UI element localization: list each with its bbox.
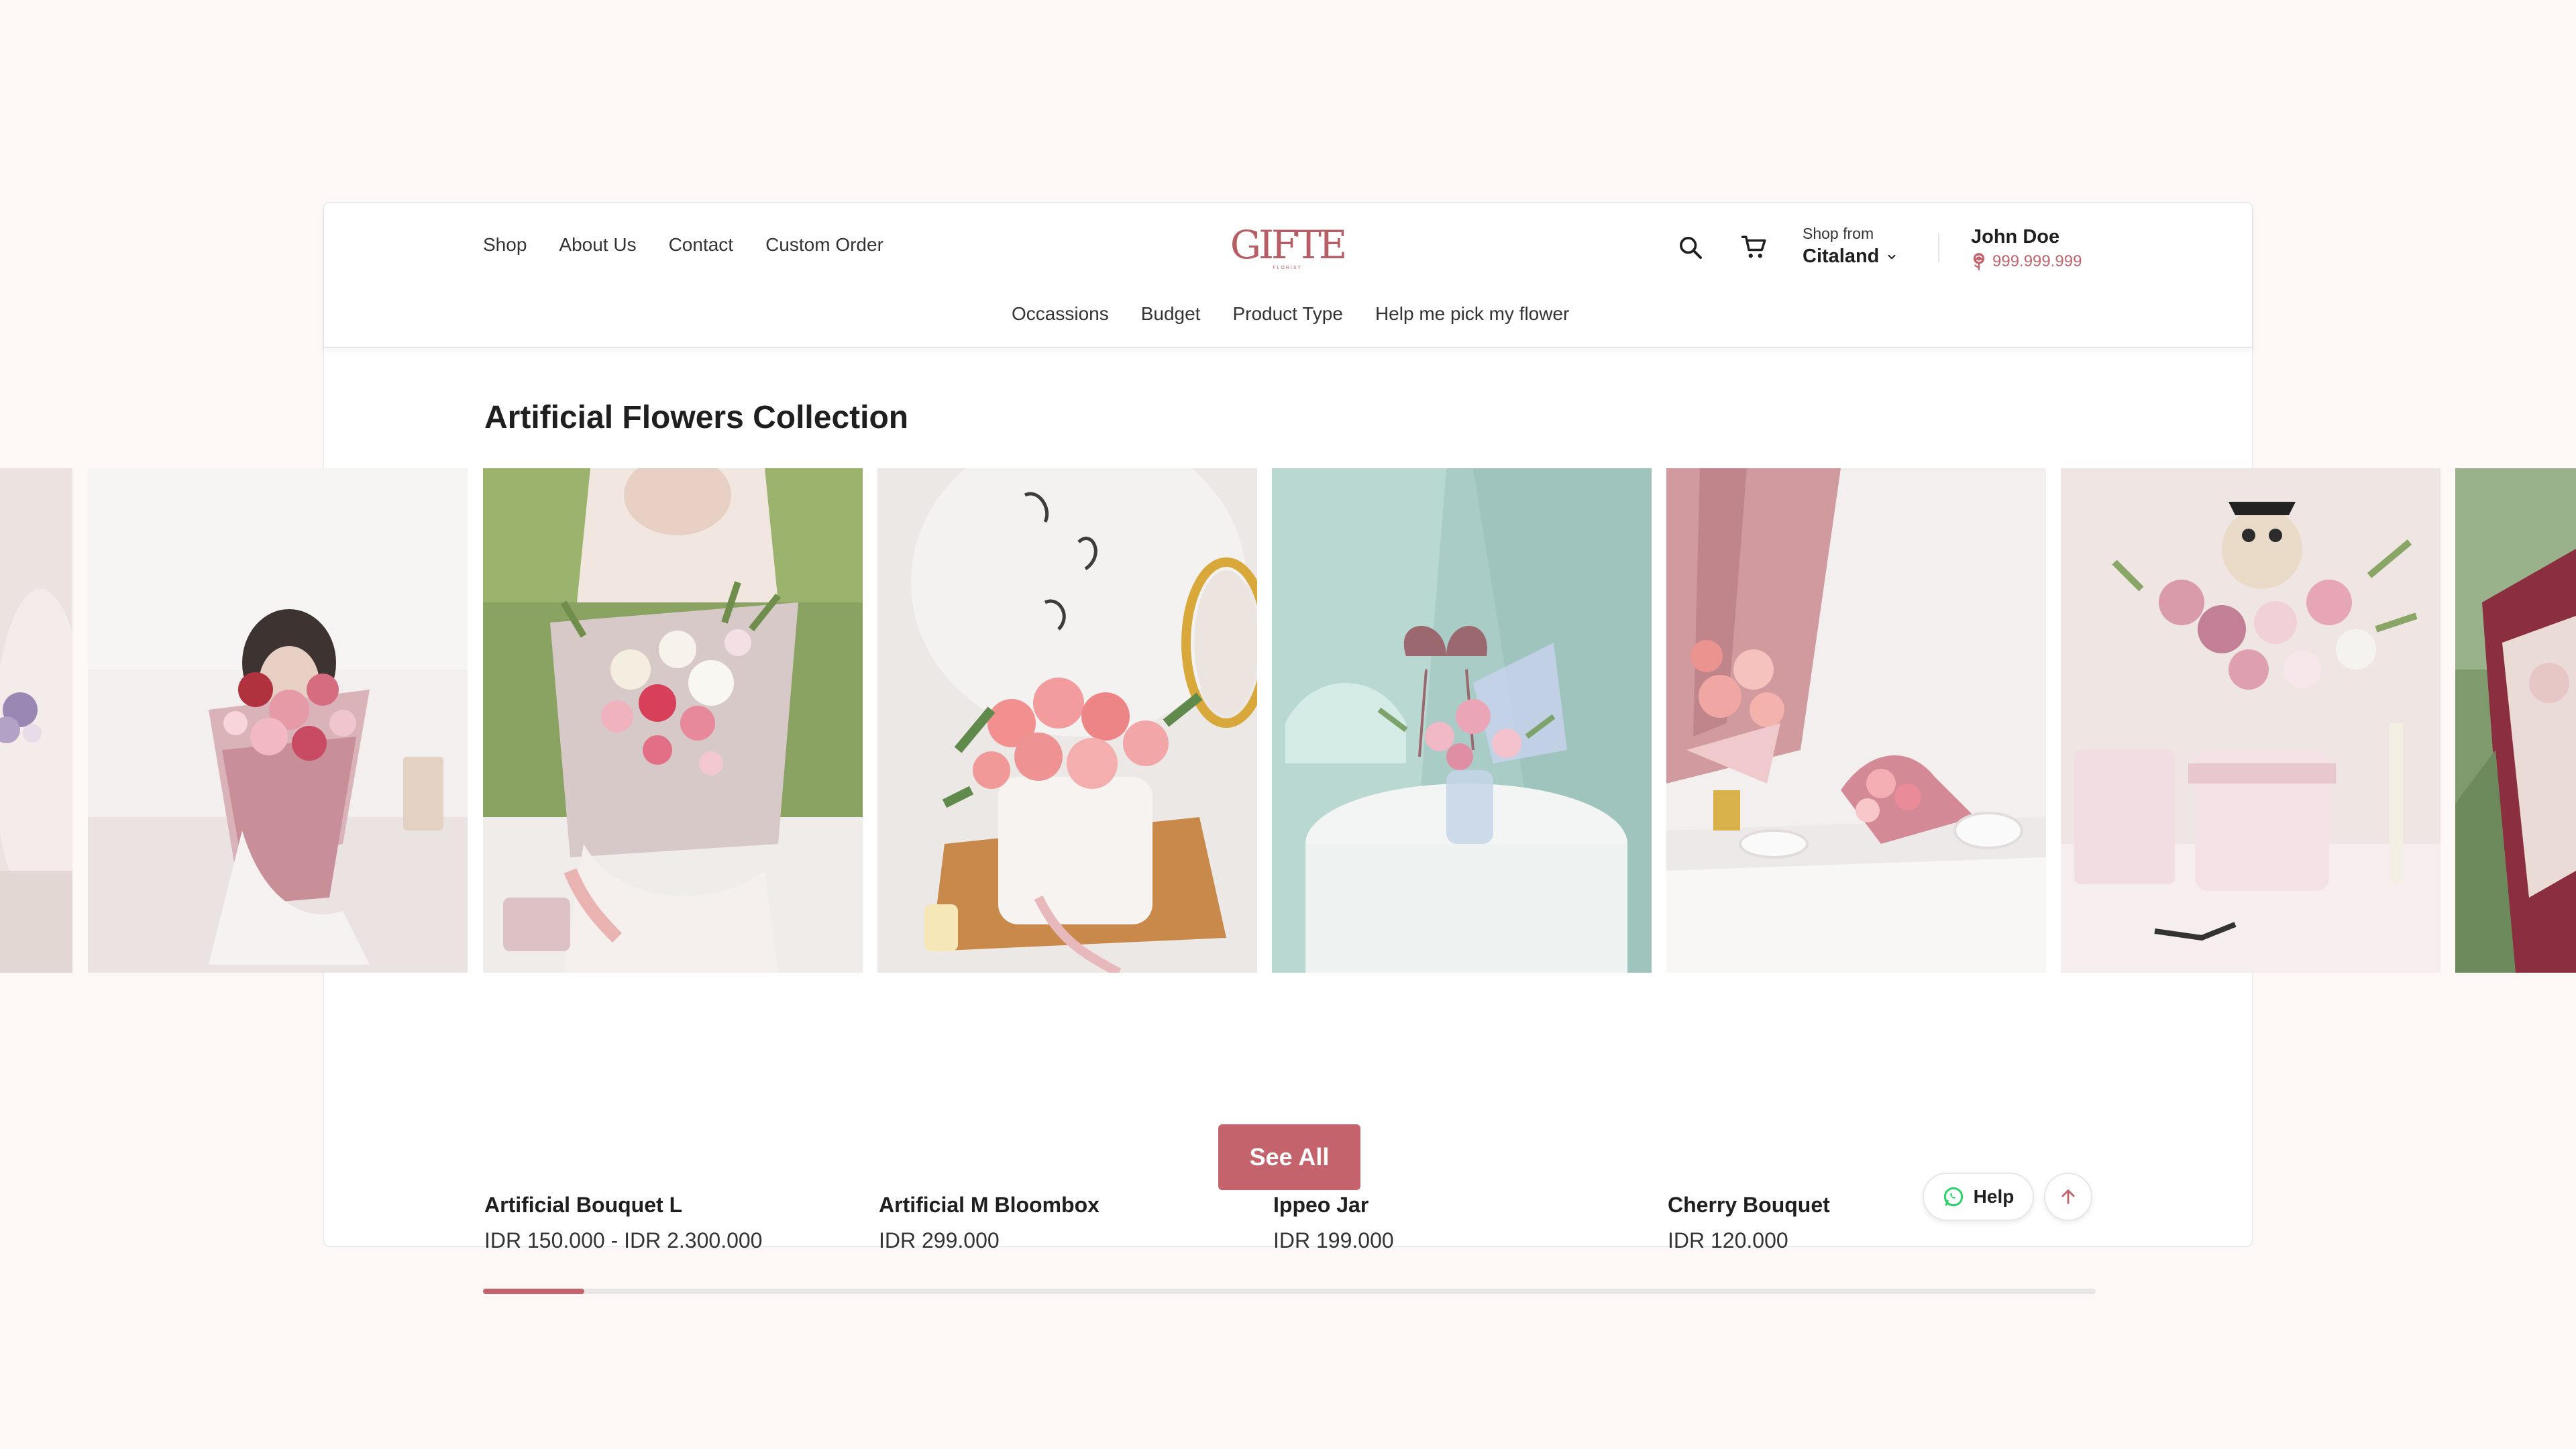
nav-product-type[interactable]: Product Type xyxy=(1232,303,1342,325)
logo[interactable]: GIFTE FLORIST xyxy=(1230,222,1348,273)
carousel-scrollbar[interactable] xyxy=(483,1289,2096,1294)
whatsapp-icon xyxy=(1943,1187,1963,1207)
product-image-partial-prev[interactable] xyxy=(88,468,468,973)
product-image-ippeo-jar[interactable] xyxy=(1272,468,1652,973)
product-image-partial-right[interactable] xyxy=(2455,468,2576,973)
search-button[interactable] xyxy=(1673,230,1708,265)
product-image-partial-left[interactable] xyxy=(0,468,72,973)
store-selector-value-row: Citaland xyxy=(1803,246,1898,268)
nav-budget[interactable]: Budget xyxy=(1141,303,1201,325)
logo-subtitle: FLORIST xyxy=(1273,265,1302,270)
product-name[interactable]: Cherry Bouquet xyxy=(1668,1193,1830,1218)
logo-text: GIFTE xyxy=(1230,221,1348,268)
store-selector-value: Citaland xyxy=(1803,246,1880,267)
header-divider xyxy=(1938,233,1939,262)
product-image-artificial-m-bloombox[interactable] xyxy=(877,468,1257,973)
product-price: IDR 120.000 xyxy=(1668,1228,1788,1252)
help-button[interactable]: Help xyxy=(1923,1173,2034,1221)
chevron-down-icon xyxy=(1888,254,1896,259)
nav-shop[interactable]: Shop xyxy=(483,234,527,256)
site-header: Shop About Us Contact Custom Order GIFTE… xyxy=(324,203,2252,348)
product-price: IDR 199.000 xyxy=(1273,1228,1394,1252)
nav-contact[interactable]: Contact xyxy=(669,234,734,256)
user-name: John Doe xyxy=(1971,226,2060,248)
back-to-top-button[interactable] xyxy=(2044,1173,2092,1221)
carousel-scrollbar-thumb[interactable] xyxy=(483,1289,585,1294)
main-nav: Shop About Us Contact Custom Order xyxy=(483,234,883,256)
product-image-cherry-bouquet[interactable] xyxy=(1666,468,2046,973)
user-account[interactable]: John Doe 999.999.999 xyxy=(1971,226,2082,271)
product-image-partial-next[interactable] xyxy=(2061,468,2440,973)
help-label: Help xyxy=(1973,1186,2015,1207)
nav-occassions[interactable]: Occassions xyxy=(1012,303,1109,325)
cart-button[interactable] xyxy=(1737,230,1772,265)
product-price: IDR 299.000 xyxy=(879,1228,1000,1252)
section-title: Artificial Flowers Collection xyxy=(484,400,909,435)
product-image-artificial-bouquet-l[interactable] xyxy=(483,468,863,973)
product-name[interactable]: Artificial M Bloombox xyxy=(879,1193,1099,1218)
nav-custom-order[interactable]: Custom Order xyxy=(765,234,883,256)
user-points: 999.999.999 xyxy=(1992,252,2082,270)
rose-points-icon xyxy=(1973,253,1985,270)
store-selector[interactable]: Shop from Citaland xyxy=(1803,225,1898,268)
arrow-up-icon xyxy=(2061,1189,2075,1204)
store-selector-label: Shop from xyxy=(1803,225,1874,242)
nav-about-us[interactable]: About Us xyxy=(559,234,636,256)
product-name[interactable]: Artificial Bouquet L xyxy=(484,1193,682,1218)
cart-icon xyxy=(1741,235,1766,258)
search-icon xyxy=(1680,237,1702,259)
category-nav: Occassions Budget Product Type Help me p… xyxy=(1012,303,1569,325)
see-all-button[interactable]: See All xyxy=(1218,1124,1360,1190)
nav-help-pick[interactable]: Help me pick my flower xyxy=(1375,303,1569,325)
user-points-row: 999.999.999 xyxy=(1971,252,2082,271)
product-price: IDR 150.000 - IDR 2.300.000 xyxy=(484,1228,763,1252)
product-name[interactable]: Ippeo Jar xyxy=(1273,1193,1368,1218)
